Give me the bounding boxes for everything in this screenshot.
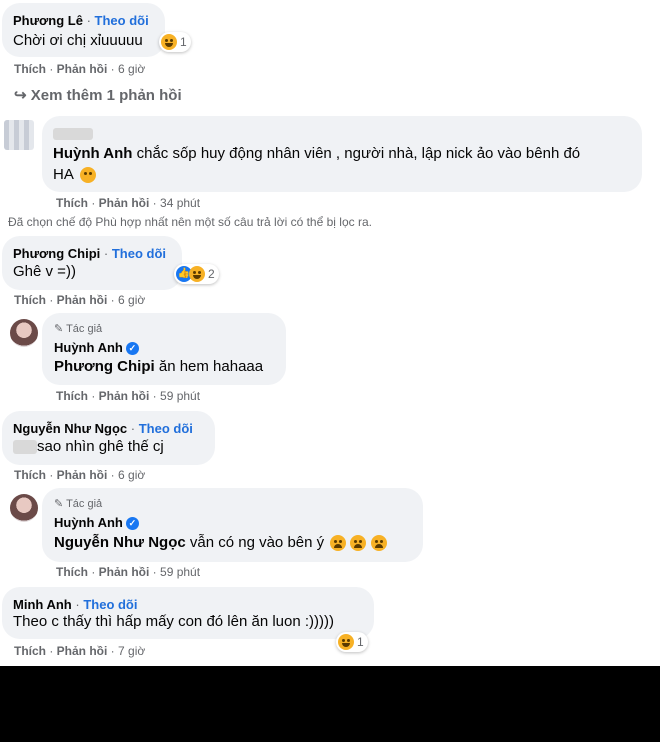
- verified-icon: ✓: [125, 342, 139, 355]
- author-name[interactable]: Huỳnh Anh: [54, 340, 123, 355]
- timestamp[interactable]: 6 giờ: [118, 468, 145, 482]
- comment-actions: Thích · Phản hồi · 6 giờ: [14, 468, 146, 482]
- crying-face-icon: [370, 535, 387, 552]
- timestamp[interactable]: 59 phút: [160, 565, 200, 579]
- comment-actions: Thích · Phản hồi · 6 giờ: [14, 293, 146, 307]
- reply-button[interactable]: Phản hồi: [99, 565, 150, 579]
- author-avatar[interactable]: [10, 319, 38, 347]
- comment-bubble: Phương Lê · Theo dõi Chời ơi chị xỉuuuuu: [2, 3, 165, 57]
- flushed-face-icon: [80, 167, 97, 184]
- reply-button[interactable]: Phản hồi: [99, 196, 150, 210]
- reply-text: vẫn có ng vào bên ý: [189, 534, 325, 551]
- reaction-summary[interactable]: 👍 2: [174, 264, 219, 284]
- comment-actions: Thích · Phản hồi · 7 giờ: [14, 644, 146, 658]
- like-button[interactable]: Thích: [14, 62, 46, 76]
- reaction-summary[interactable]: 1: [336, 632, 368, 652]
- author-tag: Tác giả: [66, 323, 103, 335]
- like-button[interactable]: Thích: [14, 644, 46, 658]
- reply-button[interactable]: Phản hồi: [57, 62, 108, 76]
- like-button[interactable]: Thích: [14, 293, 46, 307]
- comment-actions: Thích · Phản hồi · 6 giờ: [14, 62, 146, 76]
- comment-bubble: Phương Chipi · Theo dõi Ghê v =)): [2, 236, 182, 290]
- black-bar: [0, 666, 660, 742]
- reaction-summary[interactable]: 1: [159, 32, 191, 52]
- author-tag: Tác giả: [66, 498, 103, 510]
- reply-arrow-icon: ↪: [14, 87, 27, 104]
- blurred-tag: [13, 440, 37, 455]
- follow-link[interactable]: Theo dõi: [95, 13, 149, 28]
- blurred-name: [53, 125, 93, 140]
- timestamp[interactable]: 7 giờ: [118, 644, 145, 658]
- comment-bubble: Minh Anh · Theo dõi Theo c thấy thì hấp …: [2, 587, 374, 639]
- comment-bubble: Nguyễn Như Ngọc · Theo dõi sao nhìn ghê …: [2, 411, 215, 465]
- comment-text: Ghê v =)): [13, 263, 76, 280]
- haha-icon: [189, 266, 205, 282]
- commenter-name[interactable]: Nguyễn Như Ngọc: [13, 421, 127, 436]
- author-name[interactable]: Huỳnh Anh: [54, 515, 123, 530]
- reply-button[interactable]: Phản hồi: [57, 293, 108, 307]
- crying-face-icon: [350, 535, 367, 552]
- follow-link[interactable]: Theo dõi: [112, 246, 166, 261]
- mention-link[interactable]: Huỳnh Anh: [53, 145, 132, 162]
- haha-icon: [161, 34, 177, 50]
- crying-face-icon: [330, 535, 347, 552]
- comment-text: sao nhìn ghê thế cj: [37, 438, 164, 455]
- timestamp[interactable]: 6 giờ: [118, 62, 145, 76]
- reply-bubble: Huỳnh Anh chắc sốp huy động nhân viên , …: [42, 116, 642, 192]
- mention-link[interactable]: Phương Chipi: [54, 358, 155, 375]
- timestamp[interactable]: 6 giờ: [118, 293, 145, 307]
- follow-link[interactable]: Theo dõi: [139, 421, 193, 436]
- avatar[interactable]: [4, 120, 34, 150]
- author-reply-bubble: ✎ Tác giả Huỳnh Anh ✓ Phương Chipi ăn hem…: [42, 313, 286, 385]
- like-button[interactable]: Thích: [56, 196, 88, 210]
- comment-text: Chời ơi chị xỉuuuuu: [13, 32, 143, 49]
- reply-text: ăn hem hahaaa: [158, 358, 264, 375]
- commenter-name[interactable]: Minh Anh: [13, 597, 72, 612]
- pencil-icon: ✎: [54, 498, 64, 510]
- comment-text: Theo c thấy thì hấp mấy con đó lên ăn lu…: [13, 613, 334, 630]
- reply-actions: Thích · Phản hồi · 34 phút: [56, 196, 201, 210]
- mention-link[interactable]: Nguyễn Như Ngọc: [54, 534, 186, 551]
- reply-button[interactable]: Phản hồi: [57, 644, 108, 658]
- commenter-name[interactable]: Phương Lê: [13, 13, 83, 28]
- author-reply-bubble: ✎ Tác giả Huỳnh Anh ✓ Nguyễn Như Ngọc vẫn…: [42, 488, 423, 562]
- reply-button[interactable]: Phản hồi: [99, 389, 150, 403]
- more-replies-link[interactable]: ↪ Xem thêm 1 phản hồi: [14, 86, 182, 104]
- timestamp[interactable]: 59 phút: [160, 389, 200, 403]
- timestamp[interactable]: 34 phút: [160, 196, 200, 210]
- verified-icon: ✓: [125, 517, 139, 530]
- like-button[interactable]: Thích: [56, 389, 88, 403]
- pencil-icon: ✎: [54, 323, 64, 335]
- reply-button[interactable]: Phản hồi: [57, 468, 108, 482]
- commenter-name[interactable]: Phương Chipi: [13, 246, 100, 261]
- author-avatar[interactable]: [10, 494, 38, 522]
- follow-link[interactable]: Theo dõi: [83, 597, 137, 612]
- reply-actions: Thích · Phản hồi · 59 phút: [56, 565, 201, 579]
- reply-text-cont: HA: [53, 166, 74, 183]
- like-button[interactable]: Thích: [14, 468, 46, 482]
- reply-actions: Thích · Phản hồi · 59 phút: [56, 389, 201, 403]
- filter-notice: Đã chọn chế độ Phù hợp nhất nên một số c…: [8, 215, 372, 229]
- reply-text: chắc sốp huy động nhân viên , người nhà,…: [136, 145, 581, 162]
- like-button[interactable]: Thích: [56, 565, 88, 579]
- haha-icon: [338, 634, 354, 650]
